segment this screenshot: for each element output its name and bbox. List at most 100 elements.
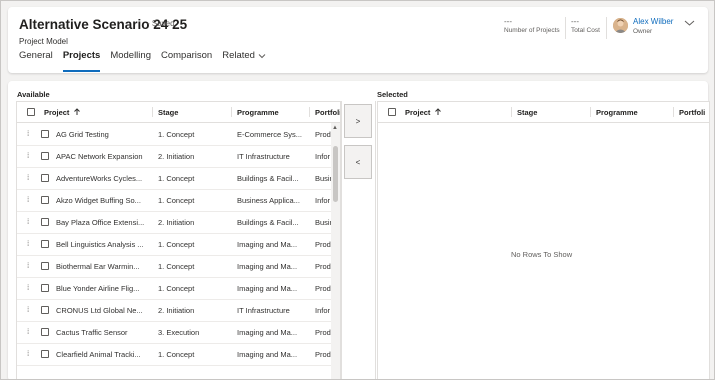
row-checkbox[interactable] xyxy=(41,321,49,343)
drag-handle[interactable]: ⁞⁞ xyxy=(27,123,29,145)
cell-project: Clearfield Animal Tracki... xyxy=(56,349,141,359)
row-checkbox[interactable] xyxy=(41,167,49,189)
row-checkbox[interactable] xyxy=(41,123,49,145)
owner-avatar[interactable] xyxy=(613,18,628,33)
column-header-portfolio[interactable]: Portfoli xyxy=(315,102,341,122)
column-header-stage[interactable]: Stage xyxy=(517,102,537,122)
row-checkbox[interactable] xyxy=(41,233,49,255)
header-divider xyxy=(565,17,566,39)
column-divider[interactable] xyxy=(511,107,512,117)
checkbox-icon xyxy=(41,350,49,358)
drag-handle[interactable]: ⁞⁞ xyxy=(27,167,29,189)
drag-handle[interactable]: ⁞⁞ xyxy=(27,189,29,211)
cell-project: Bell Linguistics Analysis ... xyxy=(56,239,144,249)
table-row[interactable]: ⁞⁞ Blue Yonder Airline Flig... 1. Concept I… xyxy=(17,277,341,300)
table-row[interactable]: ⁞⁞ CRONUS Ltd Global Ne... 2. Initiation IT… xyxy=(17,299,341,322)
table-row[interactable]: ⁞⁞ Biothermal Ear Warmin... 1. Concept Imag… xyxy=(17,255,341,278)
column-divider[interactable] xyxy=(309,107,310,117)
tab-comparison[interactable]: Comparison xyxy=(161,50,212,72)
grid-header: Project Stage Programme Portfoli xyxy=(378,102,709,123)
checkbox-icon xyxy=(41,152,49,160)
drag-handle[interactable]: ⁞⁞ xyxy=(27,321,29,343)
cell-portfolio: Prod xyxy=(315,283,331,293)
drag-handle[interactable]: ⁞⁞ xyxy=(27,145,29,167)
column-divider[interactable] xyxy=(152,107,153,117)
select-all-checkbox[interactable] xyxy=(388,102,396,122)
column-header-portfolio[interactable]: Portfoli xyxy=(679,102,705,122)
row-checkbox[interactable] xyxy=(41,189,49,211)
app-window: Alternative Scenario 24 25 - Saved Proje… xyxy=(0,0,715,380)
cell-programme: IT Infrastructure xyxy=(237,305,290,315)
total-cost-label: Total Cost xyxy=(571,27,600,34)
column-divider[interactable] xyxy=(231,107,232,117)
tab-modelling[interactable]: Modelling xyxy=(110,50,151,72)
cell-portfolio: Prod xyxy=(315,239,331,249)
cell-stage: 1. Concept xyxy=(158,195,195,205)
drag-handle[interactable]: ⁞⁞ xyxy=(27,343,29,365)
owner-name-link[interactable]: Alex Wilber xyxy=(633,17,673,26)
panel-divider xyxy=(340,101,341,379)
row-checkbox[interactable] xyxy=(41,211,49,233)
column-divider[interactable] xyxy=(590,107,591,117)
drag-handle[interactable]: ⁞⁞ xyxy=(27,211,29,233)
cell-portfolio: Infor xyxy=(315,195,331,205)
chevron-down-icon[interactable] xyxy=(684,19,695,27)
row-checkbox[interactable] xyxy=(41,277,49,299)
column-header-project[interactable]: Project xyxy=(44,102,81,122)
cell-portfolio: Infor xyxy=(315,151,331,161)
table-row[interactable]: ⁞⁞ Cactus Traffic Sensor 3. Execution Imagi… xyxy=(17,321,341,344)
cell-project: Bay Plaza Office Extensi... xyxy=(56,217,145,227)
available-label: Available xyxy=(17,90,50,99)
chevron-down-icon xyxy=(258,54,266,59)
drag-handle[interactable]: ⁞⁞ xyxy=(27,255,29,277)
table-row[interactable]: ⁞⁞ Bay Plaza Office Extensi... 2. Initiati… xyxy=(17,211,341,234)
row-checkbox[interactable] xyxy=(41,299,49,321)
drag-handle-icon: ⁞⁞ xyxy=(27,218,29,226)
column-header-stage[interactable]: Stage xyxy=(158,102,178,122)
table-row[interactable]: ⁞⁞ Bell Linguistics Analysis ... 1. Concep… xyxy=(17,233,341,256)
tab-related[interactable]: Related xyxy=(222,50,266,72)
drag-handle-icon: ⁞⁞ xyxy=(27,196,29,204)
arrow-up-icon xyxy=(435,108,442,115)
row-checkbox[interactable] xyxy=(41,343,49,365)
panel-divider xyxy=(375,101,376,379)
total-cost-value: --- xyxy=(571,17,579,26)
row-checkbox[interactable] xyxy=(41,255,49,277)
cell-project: Blue Yonder Airline Flig... xyxy=(56,283,140,293)
column-header-project-label: Project xyxy=(405,107,431,117)
drag-handle[interactable]: ⁞⁞ xyxy=(27,299,29,321)
drag-handle-icon: ⁞⁞ xyxy=(27,240,29,248)
column-header-programme[interactable]: Programme xyxy=(596,102,638,122)
table-row[interactable]: ⁞⁞ AG Grid Testing 1. Concept E-Commerce Sy… xyxy=(17,123,341,146)
select-all-checkbox[interactable] xyxy=(27,102,35,122)
cell-portfolio: Busir xyxy=(315,173,331,183)
checkbox-icon xyxy=(388,108,396,116)
drag-handle-icon: ⁞⁞ xyxy=(27,306,29,314)
checkbox-icon xyxy=(41,174,49,182)
tab-general[interactable]: General xyxy=(19,50,53,72)
arrow-up-icon xyxy=(74,108,81,115)
tab-list: General Projects Modelling Comparison Re… xyxy=(19,50,276,72)
cell-portfolio: Prod xyxy=(315,261,331,271)
drag-handle[interactable]: ⁞⁞ xyxy=(27,277,29,299)
cell-programme: E-Commerce Sys... xyxy=(237,129,303,139)
row-checkbox[interactable] xyxy=(41,145,49,167)
user-photo-icon xyxy=(613,18,628,33)
table-row[interactable]: ⁞⁞ APAC Network Expansion 2. Initiation IT … xyxy=(17,145,341,168)
table-row[interactable]: ⁞⁞ Akzo Widget Buffing So... 1. Concept Bus… xyxy=(17,189,341,212)
cell-programme: IT Infrastructure xyxy=(237,151,290,161)
add-to-selected-button[interactable]: > xyxy=(344,104,372,138)
cell-project: CRONUS Ltd Global Ne... xyxy=(56,305,143,315)
scroll-up-arrow-icon[interactable]: ▲ xyxy=(332,125,338,131)
table-row[interactable]: ⁞⁞ Clearfield Animal Tracki... 1. Concept I… xyxy=(17,343,341,366)
column-header-programme[interactable]: Programme xyxy=(237,102,279,122)
cell-programme: Business Applica... xyxy=(237,195,300,205)
remove-from-selected-button[interactable]: < xyxy=(344,145,372,179)
cell-stage: 1. Concept xyxy=(158,283,195,293)
tab-projects[interactable]: Projects xyxy=(62,50,100,72)
drag-handle[interactable]: ⁞⁞ xyxy=(27,233,29,255)
scrollbar-thumb[interactable] xyxy=(333,146,338,202)
column-header-project[interactable]: Project xyxy=(405,102,442,122)
column-divider[interactable] xyxy=(673,107,674,117)
table-row[interactable]: ⁞⁞ AdventureWorks Cycles... 1. Concept Buil… xyxy=(17,167,341,190)
